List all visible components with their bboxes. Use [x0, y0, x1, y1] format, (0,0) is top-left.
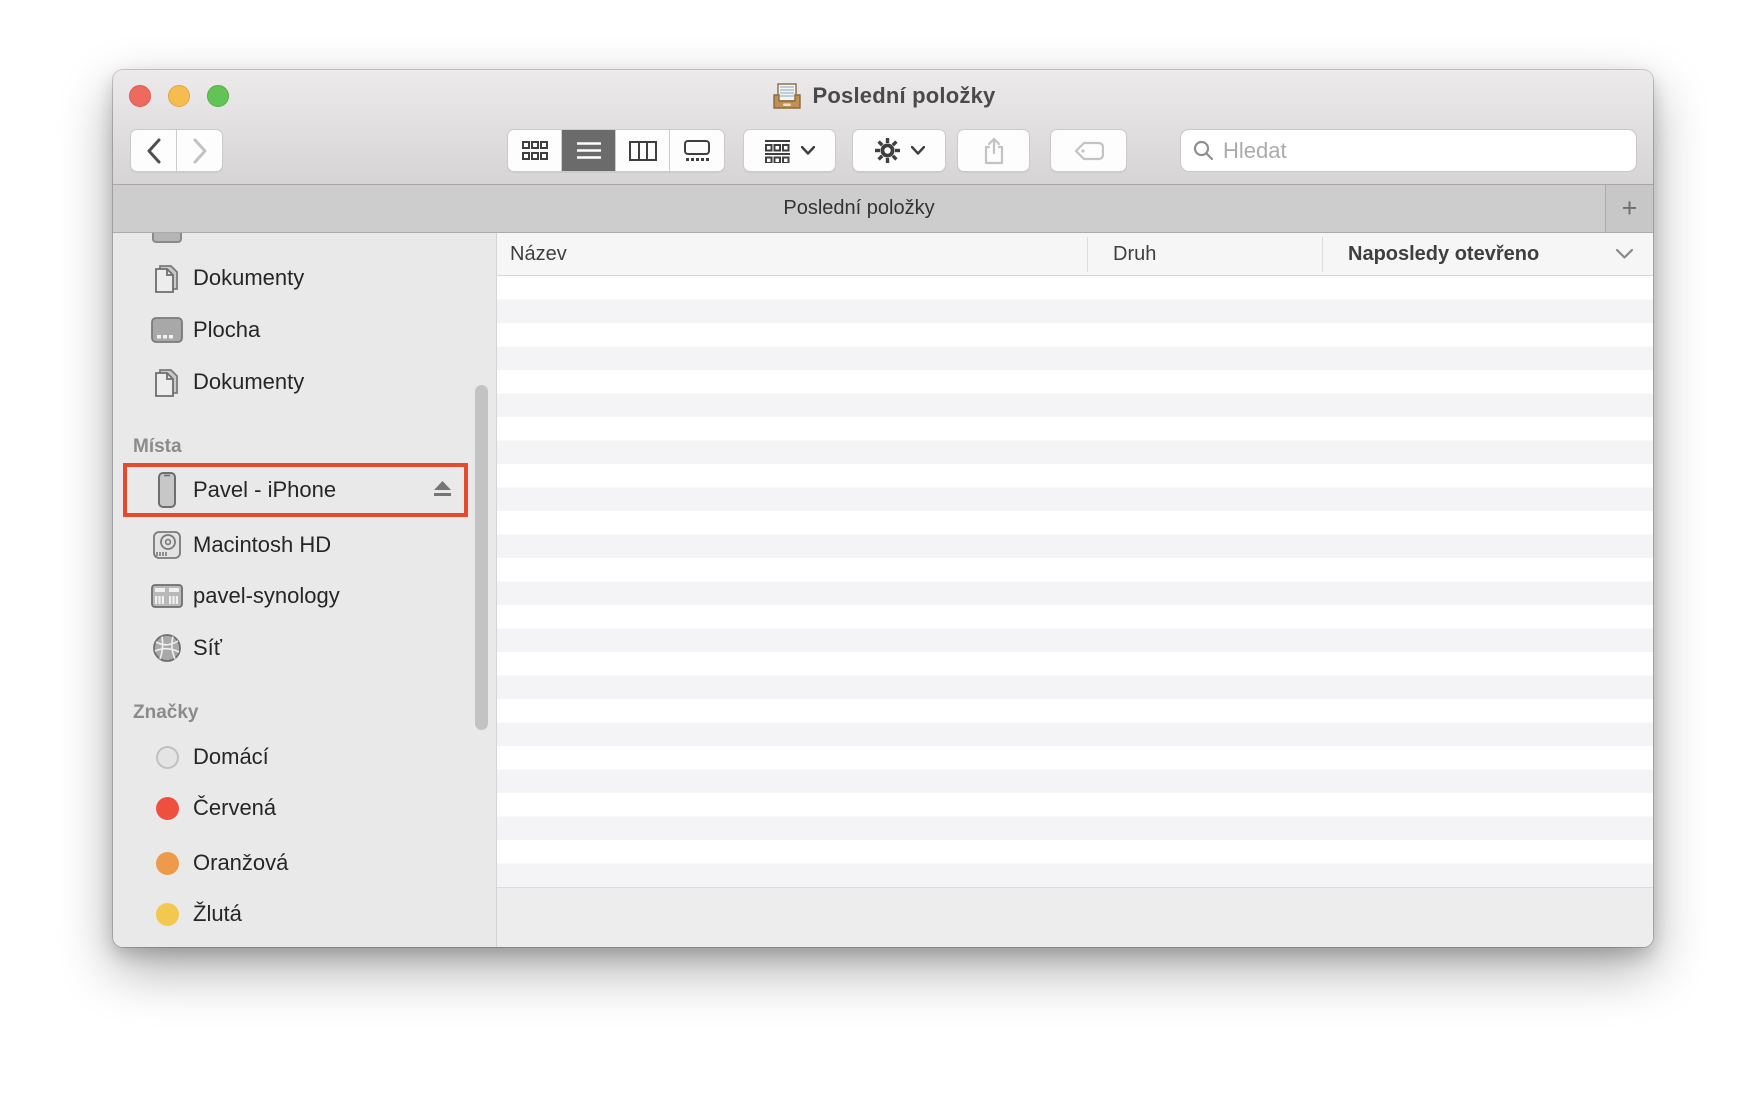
column-view-button[interactable] [616, 130, 670, 171]
plus-icon: + [1621, 193, 1638, 223]
window-chrome: Poslední položky [113, 70, 1653, 184]
search-field[interactable] [1180, 129, 1637, 172]
documents-icon [150, 364, 184, 400]
list-view-button[interactable] [562, 130, 616, 171]
sidebar-item-tag-oranzova[interactable]: Oranžová [113, 845, 496, 881]
column-header-last-opened[interactable]: Naposledy otevřeno [1348, 233, 1539, 275]
sidebar-item-label: Červená [193, 795, 277, 820]
window-body: Dokumenty Plocha Dokumenty Místa Pavel -… [113, 233, 1653, 947]
search-input[interactable] [1223, 137, 1603, 164]
forward-button[interactable] [176, 129, 223, 172]
sidebar-item-tag-zluta[interactable]: Žlutá [113, 896, 496, 932]
sidebar-item-tag-domaci[interactable]: Domácí [113, 739, 496, 775]
clipped-item-icon [152, 233, 182, 243]
empty-file-list [497, 276, 1653, 887]
gear-icon [874, 137, 901, 164]
sidebar-item-plocha[interactable]: Plocha [113, 312, 496, 348]
sidebar-item-tag-cervena[interactable]: Červená [113, 790, 496, 826]
tag-button[interactable] [1050, 129, 1127, 172]
sidebar-item-label: Žlutá [193, 901, 242, 926]
list-view-icon [576, 141, 602, 161]
chevron-down-icon [910, 146, 925, 155]
column-header-row: Název Druh Naposledy otevřeno [497, 233, 1653, 276]
window-title: Poslední položky [812, 83, 996, 108]
tag-circle-orange-icon [155, 851, 179, 875]
tag-circle-yellow-icon [155, 902, 179, 926]
back-button[interactable] [130, 129, 177, 172]
sidebar-scrollbar[interactable] [475, 385, 488, 730]
chevron-down-icon [801, 146, 815, 155]
sidebar-item-dokumenty-1[interactable]: Dokumenty [113, 260, 496, 296]
view-switcher [507, 129, 725, 172]
grid-view-icon [521, 140, 548, 161]
sort-chevron-icon [1616, 233, 1633, 275]
sidebar-item-label: pavel-synology [193, 583, 340, 608]
new-tab-button[interactable]: + [1605, 185, 1653, 232]
sidebar-item-label: Pavel - iPhone [193, 477, 337, 502]
share-icon [982, 137, 1006, 165]
file-list-pane: Název Druh Naposledy otevřeno [497, 233, 1653, 947]
sidebar-item-label: Síť [193, 635, 223, 660]
action-button[interactable] [852, 129, 946, 172]
list-footer-area [497, 887, 1653, 947]
column-header-kind[interactable]: Druh [1113, 233, 1156, 275]
finder-window: Poslední položky Hledat Poslední položky… [113, 70, 1653, 947]
sidebar-item-macintosh-hd[interactable]: Macintosh HD [113, 527, 496, 563]
group-button[interactable] [743, 129, 836, 172]
eject-icon[interactable] [433, 480, 452, 497]
share-button[interactable] [957, 129, 1030, 172]
tab-recent-items[interactable]: Poslední položky [113, 185, 1605, 232]
titlebar: Poslední položky [113, 78, 1653, 114]
column-divider[interactable] [1322, 237, 1323, 272]
sidebar-item-label: Plocha [193, 317, 261, 342]
documents-icon [150, 260, 184, 296]
column-view-icon [628, 140, 657, 161]
group-icon [764, 139, 791, 163]
section-label-tags: Značky [133, 702, 199, 723]
network-globe-icon [150, 630, 184, 666]
hard-drive-icon [150, 527, 184, 563]
search-icon [1193, 140, 1214, 161]
column-header-name[interactable]: Název [510, 233, 567, 275]
recents-tray-icon [771, 81, 803, 111]
column-divider[interactable] [1087, 237, 1088, 272]
sidebar-item-label: Domácí [193, 744, 269, 769]
nas-server-icon [150, 578, 184, 614]
desktop-icon [150, 312, 184, 348]
sidebar: Dokumenty Plocha Dokumenty Místa Pavel -… [113, 233, 497, 947]
icon-view-button[interactable] [508, 130, 562, 171]
iphone-icon [150, 472, 184, 508]
tag-icon [1074, 141, 1104, 161]
tab-bar: Poslední položky + [113, 184, 1653, 233]
sidebar-item-pavel-synology[interactable]: pavel-synology [113, 578, 496, 614]
gallery-view-icon [683, 139, 711, 162]
sidebar-item-label: Oranžová [193, 850, 289, 875]
sidebar-item-dokumenty-2[interactable]: Dokumenty [113, 364, 496, 400]
tag-circle-red-icon [155, 796, 179, 820]
section-label-places: Místa [133, 436, 182, 457]
sidebar-item-label: Dokumenty [193, 265, 305, 290]
sidebar-item-sit[interactable]: Síť [113, 630, 496, 666]
sidebar-item-label: Dokumenty [193, 369, 305, 394]
gallery-view-button[interactable] [670, 130, 724, 171]
sidebar-item-label: Macintosh HD [193, 532, 332, 557]
tag-circle-gray-icon [155, 745, 179, 769]
